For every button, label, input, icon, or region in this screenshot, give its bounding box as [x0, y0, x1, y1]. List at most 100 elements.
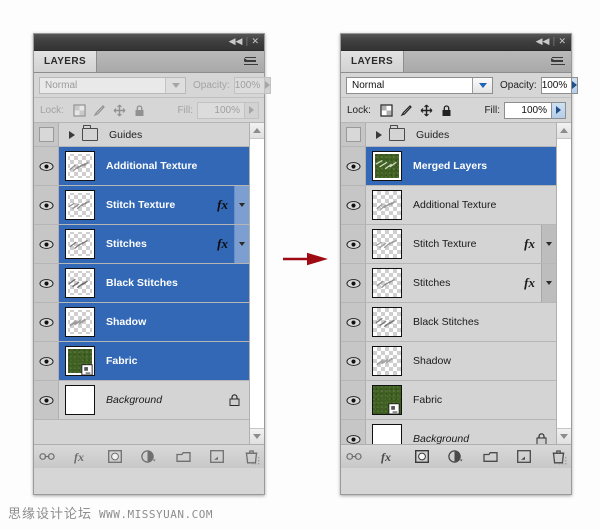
visibility-toggle-group-before[interactable]: [34, 123, 59, 146]
layer-style-fx-icon[interactable]: fx: [217, 236, 234, 252]
scroll-up-button-before[interactable]: [250, 123, 264, 139]
layer-thumbnail[interactable]: [65, 268, 95, 298]
opacity-slider-arrow-before[interactable]: [264, 76, 272, 94]
collapse-icon[interactable]: ◀◀: [536, 37, 550, 47]
fill-input-before[interactable]: 100%: [197, 101, 245, 119]
scroll-down-button-after[interactable]: [557, 428, 571, 444]
layer-row-stitches-after[interactable]: Stitches fx: [341, 264, 556, 303]
layer-thumbnail[interactable]: [372, 346, 402, 376]
layer-thumbnail[interactable]: [65, 151, 95, 181]
layer-row-additional-texture-after[interactable]: Additional Texture: [341, 186, 556, 225]
layer-thumbnail[interactable]: [65, 229, 95, 259]
scroll-down-button-before[interactable]: [250, 428, 264, 444]
brush-lock-icon-before[interactable]: [93, 104, 106, 117]
visibility-toggle-after[interactable]: [341, 186, 366, 224]
layer-row-additional-texture-before[interactable]: Additional Texture: [34, 147, 249, 186]
layer-row-background-before[interactable]: Background: [34, 381, 249, 420]
transparency-lock-icon-after[interactable]: [380, 103, 393, 117]
chevron-down-icon-after[interactable]: [472, 77, 492, 93]
move-lock-icon-before[interactable]: [113, 104, 126, 117]
panel-menu-icon-before[interactable]: [244, 55, 258, 67]
layer-list-scrollbar-after[interactable]: [556, 123, 571, 444]
close-icon[interactable]: ✕: [558, 37, 566, 47]
layer-group-row-before[interactable]: Guides: [34, 123, 249, 147]
tab-layers-before[interactable]: LAYERS: [34, 51, 98, 72]
layer-thumbnail[interactable]: [372, 268, 402, 298]
layer-thumbnail[interactable]: [65, 307, 95, 337]
resize-grip-icon-before[interactable]: [252, 457, 261, 466]
visibility-toggle-before[interactable]: [34, 303, 59, 341]
layer-row-stitch-texture-after[interactable]: Stitch Texture fx: [341, 225, 556, 264]
new-layer-icon-before[interactable]: [209, 449, 225, 464]
layer-list-scrollbar-before[interactable]: [249, 123, 264, 444]
layer-row-fabric-before[interactable]: Fabric: [34, 342, 249, 381]
visibility-toggle-before[interactable]: [34, 342, 59, 380]
new-adjustment-layer-icon-after[interactable]: [448, 449, 464, 464]
layer-style-fx-icon[interactable]: fx: [217, 197, 234, 213]
expand-triangle-icon-after[interactable]: [376, 130, 382, 139]
visibility-toggle-before[interactable]: [34, 225, 59, 263]
layer-thumbnail[interactable]: [372, 424, 402, 444]
layer-row-shadow-after[interactable]: Shadow: [341, 342, 556, 381]
new-layer-icon-after[interactable]: [516, 449, 532, 464]
resize-grip-icon-after[interactable]: [559, 457, 568, 466]
layer-row-background-after[interactable]: Background: [341, 420, 556, 444]
visibility-toggle-before[interactable]: [34, 264, 59, 302]
add-layer-mask-icon-after[interactable]: [414, 449, 430, 464]
collapse-icon[interactable]: ◀◀: [229, 37, 243, 47]
layer-row-black-stitches-after[interactable]: Black Stitches: [341, 303, 556, 342]
panel-menu-icon-after[interactable]: [551, 55, 565, 67]
layer-row-stitch-texture-before[interactable]: Stitch Texture fx: [34, 186, 249, 225]
layer-thumbnail[interactable]: [372, 151, 402, 181]
blend-mode-select-before[interactable]: Normal: [39, 76, 186, 94]
new-group-icon-after[interactable]: [482, 449, 498, 464]
layer-thumbnail[interactable]: [65, 385, 95, 415]
visibility-toggle-after[interactable]: [341, 381, 366, 419]
scroll-up-button-after[interactable]: [557, 123, 571, 139]
expand-effects-icon[interactable]: [234, 186, 249, 224]
chevron-down-icon-before[interactable]: [165, 77, 185, 93]
visibility-toggle-group-after[interactable]: [341, 123, 366, 146]
visibility-toggle-after[interactable]: [341, 342, 366, 380]
new-adjustment-layer-icon-before[interactable]: [141, 449, 157, 464]
fill-slider-arrow-before[interactable]: [244, 101, 259, 119]
layer-row-stitches-before[interactable]: Stitches fx: [34, 225, 249, 264]
visibility-toggle-before[interactable]: [34, 147, 59, 185]
visibility-toggle-after[interactable]: [341, 225, 366, 263]
visibility-toggle-before[interactable]: [34, 186, 59, 224]
layer-thumbnail[interactable]: [372, 229, 402, 259]
layer-thumbnail[interactable]: [372, 385, 402, 415]
expand-effects-icon[interactable]: [234, 225, 249, 263]
layer-style-fx-icon[interactable]: fx: [524, 275, 541, 291]
transparency-lock-icon-before[interactable]: [73, 103, 86, 117]
layer-thumbnail[interactable]: [65, 346, 95, 376]
all-lock-icon-before[interactable]: [133, 104, 146, 117]
brush-lock-icon-after[interactable]: [400, 104, 413, 117]
expand-triangle-icon-before[interactable]: [69, 130, 75, 139]
fill-input-after[interactable]: 100%: [504, 101, 552, 119]
layer-style-fx-icon-before[interactable]: fx: [73, 449, 89, 464]
tab-layers-after[interactable]: LAYERS: [341, 51, 405, 72]
layer-row-merged-layers-after[interactable]: Merged Layers: [341, 147, 556, 186]
blend-mode-select-after[interactable]: Normal: [346, 76, 493, 94]
visibility-toggle-after[interactable]: [341, 147, 366, 185]
visibility-toggle-before[interactable]: [34, 381, 59, 419]
visibility-toggle-after[interactable]: [341, 420, 366, 444]
all-lock-icon-after[interactable]: [440, 104, 453, 117]
expand-effects-icon[interactable]: [541, 264, 556, 302]
layer-thumbnail[interactable]: [372, 190, 402, 220]
close-icon[interactable]: ✕: [251, 37, 259, 47]
layer-row-shadow-before[interactable]: Shadow: [34, 303, 249, 342]
visibility-toggle-after[interactable]: [341, 303, 366, 341]
link-layers-icon-before[interactable]: [39, 449, 55, 464]
visibility-toggle-after[interactable]: [341, 264, 366, 302]
opacity-input-before[interactable]: 100%: [233, 76, 266, 94]
link-layers-icon-after[interactable]: [346, 449, 362, 464]
layer-row-black-stitches-before[interactable]: Black Stitches: [34, 264, 249, 303]
add-layer-mask-icon-before[interactable]: [107, 449, 123, 464]
layer-style-fx-icon-after[interactable]: fx: [380, 449, 396, 464]
move-lock-icon-after[interactable]: [420, 104, 433, 117]
new-group-icon-before[interactable]: [175, 449, 191, 464]
fill-slider-arrow-after[interactable]: [551, 101, 566, 119]
layer-thumbnail[interactable]: [372, 307, 402, 337]
